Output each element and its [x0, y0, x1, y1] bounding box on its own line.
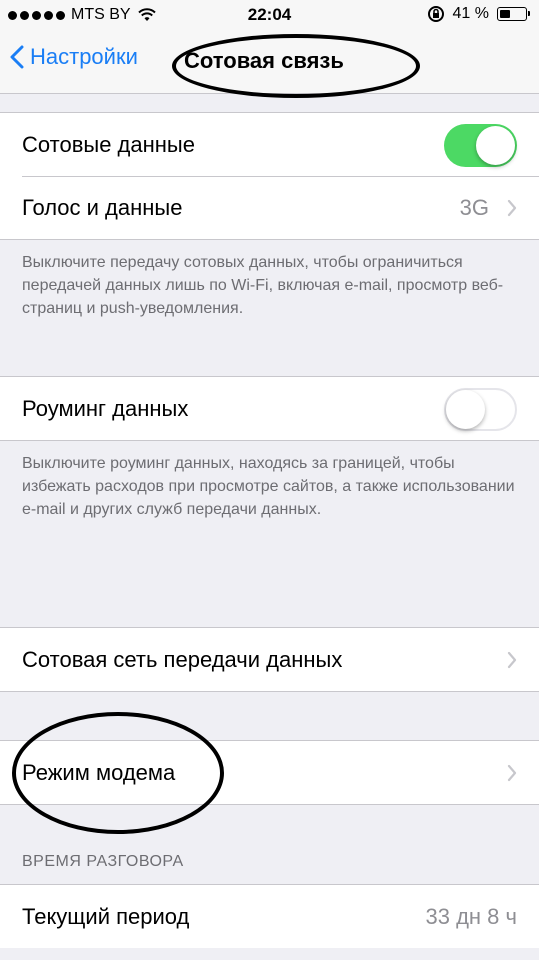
cellular-data-note: Выключите передачу сотовых данных, чтобы…: [22, 254, 504, 317]
current-period-value: 33 дн 8 ч: [425, 903, 518, 929]
voice-data-value: 3G: [459, 194, 489, 220]
rotation-lock-icon: [427, 6, 444, 22]
call-time-group: Текущий период 33 дн 8 ч: [0, 884, 539, 948]
roaming-group: Роуминг данных: [0, 376, 539, 441]
cellular-data-toggle[interactable]: [444, 124, 517, 167]
chevron-right-icon: [507, 651, 517, 668]
chevron-left-icon: [10, 45, 24, 69]
hotspot-circle-annotation: [12, 712, 224, 834]
chevron-right-icon: [507, 764, 517, 781]
toggle-knob: [476, 126, 515, 165]
cellular-data-row: Сотовые данные: [0, 113, 539, 176]
call-time-header: ВРЕМЯ РАЗГОВОРА: [22, 853, 184, 870]
status-right: 41 %: [427, 5, 530, 23]
voice-data-row[interactable]: Голос и данные 3G: [0, 176, 539, 239]
cellular-data-label: Сотовые данные: [22, 131, 195, 157]
cellular-network-row[interactable]: Сотовая сеть передачи данных: [0, 628, 539, 691]
roaming-label: Роуминг данных: [22, 395, 189, 421]
chevron-right-icon: [507, 199, 517, 216]
battery-percent: 41 %: [452, 5, 489, 22]
roaming-toggle[interactable]: [444, 388, 517, 431]
cellular-network-group: Сотовая сеть передачи данных: [0, 627, 539, 692]
title-circle-annotation: [172, 34, 420, 98]
battery-level-fill: [500, 10, 510, 18]
cellular-network-label: Сотовая сеть передачи данных: [22, 646, 343, 672]
battery-icon: [497, 7, 530, 21]
toggle-knob: [446, 390, 485, 429]
back-button[interactable]: Настройки: [10, 44, 138, 70]
roaming-row: Роуминг данных: [0, 377, 539, 440]
voice-data-label: Голос и данные: [22, 194, 183, 220]
current-period-label: Текущий период: [22, 903, 190, 929]
back-button-label: Настройки: [30, 44, 138, 69]
cellular-settings-group: Сотовые данные Голос и данные 3G: [0, 112, 539, 240]
current-period-row: Текущий период 33 дн 8 ч: [0, 885, 539, 948]
roaming-note: Выключите роуминг данных, находясь за гр…: [22, 455, 515, 518]
status-bar: MTS BY 22:04 41 %: [0, 0, 539, 30]
